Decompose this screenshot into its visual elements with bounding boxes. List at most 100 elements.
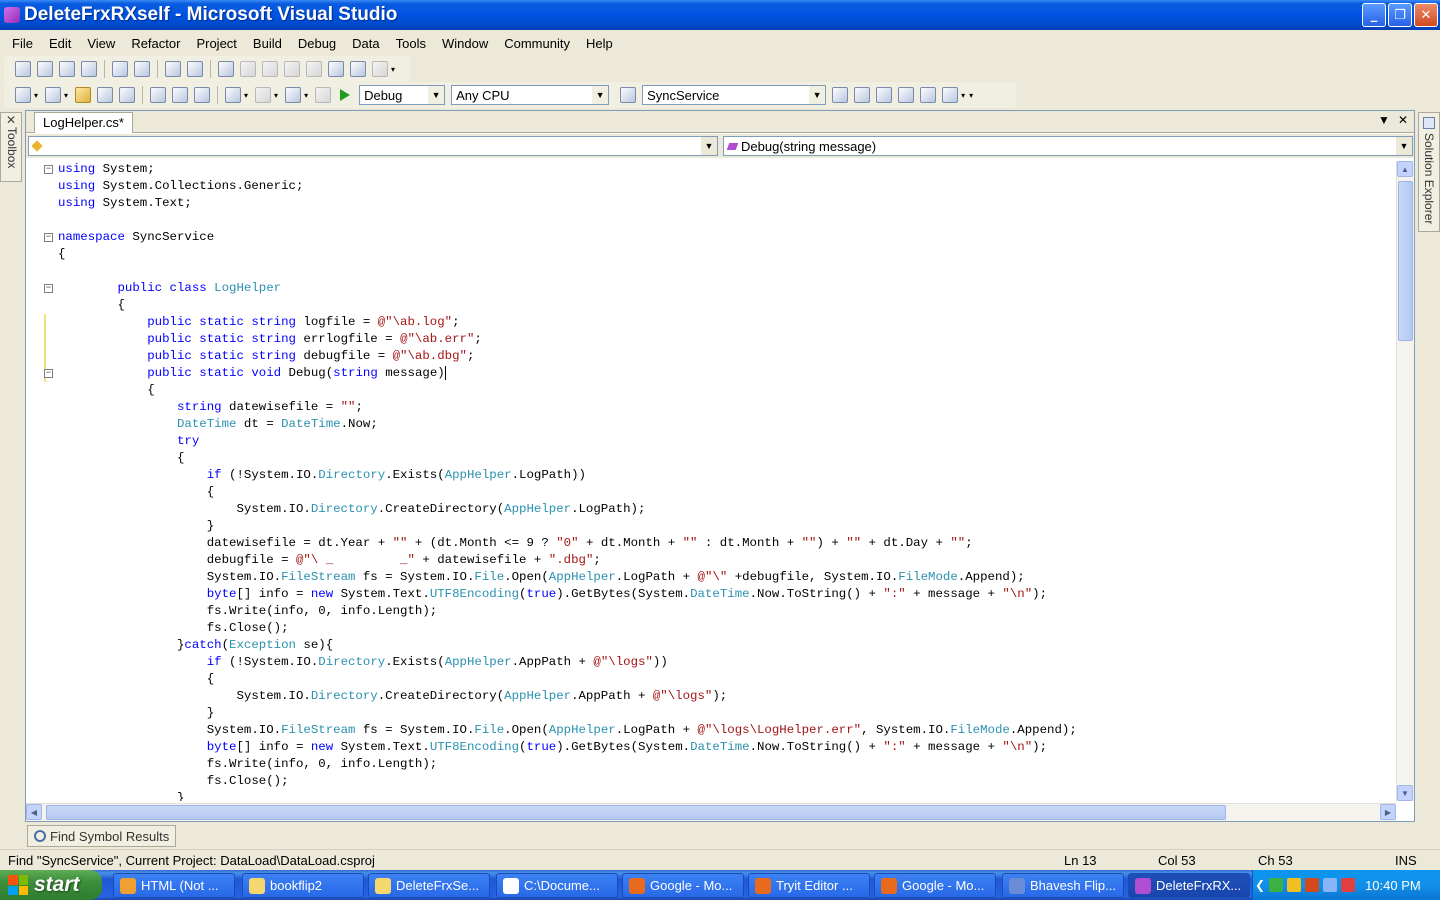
close-button[interactable]: ✕ [1414,3,1438,27]
new-project-icon[interactable] [15,87,31,103]
code-line[interactable]: public static void Debug(string message) [58,365,446,382]
code-line[interactable]: using System; [58,161,155,178]
object-members-icon[interactable] [15,61,31,77]
active-files-dropdown-icon[interactable]: ▼ [1378,113,1390,127]
code-line[interactable]: fs.Close(); [58,620,289,637]
menu-help[interactable]: Help [578,34,621,53]
menu-edit[interactable]: Edit [41,34,79,53]
code-line[interactable]: { [58,484,214,501]
code-line[interactable]: { [58,671,214,688]
volume-icon[interactable] [1305,878,1320,892]
code-line[interactable]: byte[] info = new System.Text.UTF8Encodi… [58,586,1047,603]
code-line[interactable]: System.IO.FileStream fs = System.IO.File… [58,722,1077,739]
code-line[interactable]: } [58,705,214,722]
collapse-region-icon[interactable]: − [44,165,53,174]
chevron-down-icon[interactable]: ▾ [274,91,278,100]
word-completion-icon[interactable] [81,61,97,77]
code-line[interactable]: System.IO.Directory.CreateDirectory(AppH… [58,501,645,518]
toolbox-tab[interactable]: ✕ Toolbox [0,112,22,182]
increase-indent-icon[interactable] [134,61,150,77]
network-icon[interactable] [1287,878,1302,892]
other-windows-icon[interactable] [942,87,959,103]
start-button[interactable]: start [0,870,102,900]
open-file-icon[interactable] [75,87,92,103]
solution-platform-select[interactable]: Any CPU ▼ [451,85,610,105]
code-line[interactable]: public static string logfile = @"\ab.log… [58,314,459,331]
menu-window[interactable]: Window [434,34,496,53]
previous-bookmark-icon[interactable] [240,61,256,77]
horizontal-scrollbar[interactable]: ◀ ▶ [26,803,1396,821]
code-line[interactable]: namespace SyncService [58,229,214,246]
next-bookmark-icon[interactable] [262,61,278,77]
code-editor[interactable]: − using System; using System.Collections.G… [26,161,1396,801]
taskbar-button[interactable]: C:\Docume... [496,873,618,898]
solution-explorer-tab[interactable]: Solution Explorer [1418,112,1440,232]
navigate-forward-icon[interactable] [315,87,332,103]
close-document-icon[interactable]: ✕ [1398,113,1408,127]
code-line[interactable]: using System.Text; [58,195,192,212]
code-line[interactable]: System.IO.FileStream fs = System.IO.File… [58,569,1025,586]
scroll-down-icon[interactable]: ▼ [1397,785,1413,801]
code-line[interactable]: System.IO.Directory.CreateDirectory(AppH… [58,688,727,705]
minimize-button[interactable]: _ [1362,3,1386,27]
chevron-down-icon[interactable]: ▾ [304,91,308,100]
menu-build[interactable]: Build [245,34,290,53]
taskbar-button[interactable]: Google - Mo... [622,873,744,898]
code-line[interactable]: { [58,382,154,399]
menu-file[interactable]: File [4,34,41,53]
menu-community[interactable]: Community [496,34,578,53]
taskbar-button[interactable]: DeleteFrxRX... [1128,873,1250,898]
taskbar-button[interactable]: DeleteFrxSe... [368,873,490,898]
clear-bookmarks-icon[interactable] [372,61,388,77]
code-line[interactable]: string datewisefile = ""; [58,399,363,416]
chevron-down-icon[interactable]: ▼ [1396,137,1412,155]
taskbar-button[interactable]: Tryit Editor ... [748,873,870,898]
menu-data[interactable]: Data [344,34,387,53]
solution-explorer-icon[interactable] [832,87,849,103]
save-icon[interactable] [97,87,114,103]
code-line[interactable]: { [58,450,184,467]
start-debugging-icon[interactable] [340,89,351,101]
menu-view[interactable]: View [79,34,123,53]
chevron-down-icon[interactable]: ▼ [428,86,445,104]
code-line[interactable]: fs.Write(info, 0, info.Length); [58,756,438,773]
scroll-left-icon[interactable]: ◀ [26,804,42,820]
shield-icon[interactable] [1269,878,1284,892]
code-line[interactable]: public static string debugfile = @"\ab.d… [58,348,474,365]
comment-lines-icon[interactable] [165,61,181,77]
code-line[interactable]: } [58,790,184,801]
display-icon[interactable] [1323,878,1338,892]
next-bookmark-folder-icon[interactable] [306,61,322,77]
decrease-indent-icon[interactable] [112,61,128,77]
properties-window-icon[interactable] [854,87,871,103]
menu-debug[interactable]: Debug [290,34,344,53]
uncomment-lines-icon[interactable] [187,61,203,77]
code-line[interactable]: debugfile = @"\ _ _" + datewisefile + ".… [58,552,601,569]
collapse-region-icon[interactable]: − [44,233,53,242]
toolbox-icon[interactable] [898,87,915,103]
find-symbol-results-tab[interactable]: Find Symbol Results [27,825,177,847]
parameter-info-icon[interactable] [37,61,53,77]
start-page-icon[interactable] [920,87,937,103]
type-select[interactable]: ▼ [28,136,718,156]
taskbar-button[interactable]: Bhavesh Flip... [1002,873,1124,898]
undo-icon[interactable] [225,87,242,103]
find-combo[interactable]: SyncService ▼ [642,85,827,105]
toolbar-options-chevron-icon[interactable]: ▾ [391,65,395,74]
chevron-down-icon[interactable]: ▾ [34,91,38,100]
chevron-down-icon[interactable]: ▾ [64,91,68,100]
cut-icon[interactable] [150,87,167,103]
show-hidden-icons-icon[interactable]: ❮ [1255,878,1265,892]
menu-tools[interactable]: Tools [388,34,434,53]
solution-configuration-select[interactable]: Debug ▼ [359,85,446,105]
previous-bookmark-folder-icon[interactable] [284,61,300,77]
code-line[interactable]: public static string errlogfile = @"\ab.… [58,331,482,348]
horizontal-scroll-thumb[interactable] [46,805,1226,820]
menu-refactor[interactable]: Refactor [123,34,188,53]
chevron-down-icon[interactable]: ▼ [592,86,609,104]
code-line[interactable]: if (!System.IO.Directory.Exists(AppHelpe… [58,654,668,671]
next-bookmark-document-icon[interactable] [350,61,366,77]
find-in-files-icon[interactable] [620,87,637,103]
chevron-down-icon[interactable]: ▼ [809,86,826,104]
security-alert-icon[interactable] [1341,878,1356,892]
